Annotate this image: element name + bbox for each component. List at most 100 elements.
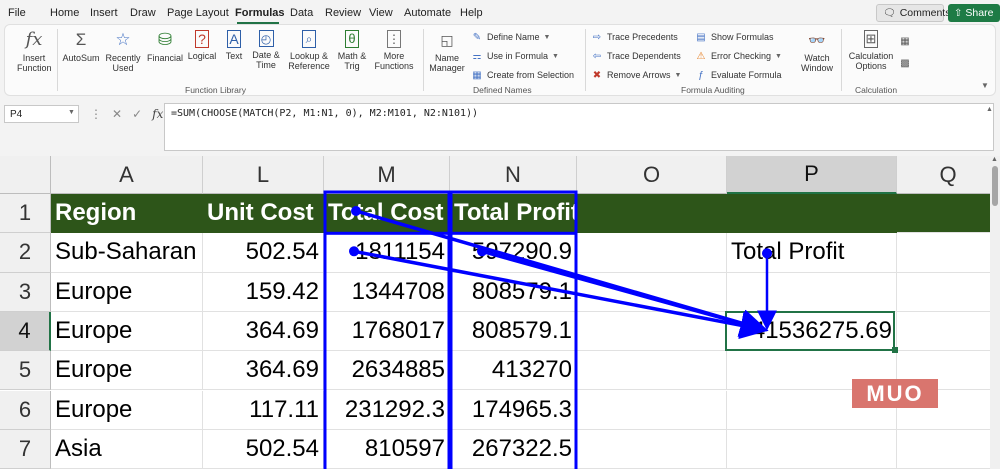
cell-n5[interactable]: 413270 <box>450 351 577 391</box>
cell-l7[interactable]: 502.54 <box>203 429 324 469</box>
row-header-4[interactable]: 4 <box>0 311 51 352</box>
cancel-icon[interactable]: ✕ <box>112 107 122 121</box>
cell-m7[interactable]: 810597 <box>324 429 450 469</box>
fill-handle[interactable] <box>892 347 898 354</box>
cell-p3[interactable] <box>727 272 897 312</box>
column-header-a[interactable]: A <box>51 156 203 194</box>
define-name-button[interactable]: ✎ Define Name ▼ <box>471 31 551 43</box>
cell-a7[interactable]: Asia <box>51 429 203 469</box>
cell-a5[interactable]: Europe <box>51 351 203 391</box>
enter-icon[interactable]: ✓ <box>132 107 142 121</box>
cell-l2[interactable]: 502.54 <box>203 233 324 273</box>
row-header-3[interactable]: 3 <box>0 272 51 312</box>
row-header-5[interactable]: 5 <box>0 351 51 391</box>
tab-page-layout[interactable]: Page Layout <box>167 7 229 19</box>
cell-o3[interactable] <box>577 272 727 312</box>
trace-dependents-button[interactable]: ⇦ Trace Dependents <box>591 50 681 62</box>
share-button[interactable]: ⇧ Share <box>948 4 1000 22</box>
column-header-m[interactable]: M <box>324 156 450 194</box>
fx-icon[interactable]: fx <box>152 107 163 121</box>
cell-n3[interactable]: 808579.1 <box>450 272 577 312</box>
text-button[interactable]: A Text <box>219 30 249 61</box>
name-manager-button[interactable]: ◱ Name Manager <box>429 30 465 73</box>
more-functions-button[interactable]: ⋮ More Functions <box>371 30 417 71</box>
cell-o2[interactable] <box>577 233 727 273</box>
cell-n2[interactable]: 597290.9 <box>450 233 577 273</box>
formula-input[interactable]: =SUM(CHOOSE(MATCH(P2, M1:N1, 0), M2:M101… <box>164 103 994 151</box>
insert-function-button[interactable]: fx Insert Function <box>17 30 52 74</box>
cell-n7[interactable]: 267322.5 <box>450 429 577 469</box>
use-in-formula-button[interactable]: ⚎ Use in Formula ▼ <box>471 50 559 62</box>
cell-q2[interactable] <box>897 233 1000 273</box>
cell-q1[interactable] <box>897 194 1000 234</box>
cell-p7[interactable] <box>727 429 897 469</box>
cell-l3[interactable]: 159.42 <box>203 272 324 312</box>
lookup-reference-button[interactable]: ⌕ Lookup & Reference <box>285 30 333 71</box>
cell-a6[interactable]: Europe <box>51 390 203 430</box>
tab-automate[interactable]: Automate <box>404 7 451 19</box>
date-time-button[interactable]: ◴ Date & Time <box>249 30 283 70</box>
cell-a1[interactable]: Region <box>51 194 203 234</box>
financial-button[interactable]: ⛁ Financial <box>145 30 185 63</box>
cell-m4[interactable]: 1768017 <box>324 311 450 352</box>
column-header-p[interactable]: P <box>727 156 897 194</box>
scroll-up-icon[interactable]: ▲ <box>991 156 998 163</box>
row-header-6[interactable]: 6 <box>0 390 51 430</box>
tab-data[interactable]: Data <box>290 7 313 19</box>
collapse-ribbon-button[interactable]: ▼ <box>981 81 989 90</box>
vertical-scrollbar[interactable]: ▲ <box>990 156 1000 469</box>
column-header-o[interactable]: O <box>577 156 727 194</box>
cell-m6[interactable]: 231292.3 <box>324 390 450 430</box>
calculate-now-button[interactable]: ▦ <box>899 35 915 47</box>
logical-button[interactable]: ? Logical <box>185 30 219 61</box>
column-header-n[interactable]: N <box>450 156 577 194</box>
cell-l1[interactable]: Unit Cost <box>203 194 324 234</box>
cell-a4[interactable]: Europe <box>51 311 203 352</box>
tab-home[interactable]: Home <box>50 7 79 19</box>
cell-q4[interactable] <box>897 311 1000 352</box>
cell-n6[interactable]: 174965.3 <box>450 390 577 430</box>
row-header-2[interactable]: 2 <box>0 233 51 273</box>
recently-used-button[interactable]: ☆ Recently Used <box>103 30 143 73</box>
calculate-sheet-button[interactable]: ▩ <box>899 57 915 69</box>
cell-p2[interactable]: Total Profit <box>727 233 897 273</box>
tab-formulas[interactable]: Formulas <box>235 7 285 19</box>
tab-help[interactable]: Help <box>460 7 483 19</box>
cell-a2[interactable]: Sub-Saharan <box>51 233 203 273</box>
show-formulas-button[interactable]: ▤ Show Formulas <box>695 31 773 43</box>
create-from-selection-button[interactable]: ▦ Create from Selection <box>471 69 574 81</box>
cell-l6[interactable]: 117.11 <box>203 390 324 430</box>
select-all-corner[interactable] <box>0 156 51 194</box>
cell-m1[interactable]: Total Cost <box>324 194 450 234</box>
cell-q7[interactable] <box>897 429 1000 469</box>
expand-formula-bar-icon[interactable]: ▲ <box>986 106 993 113</box>
worksheet-grid[interactable]: A L M N O P Q 1 2 3 4 5 6 7 Region Unit Cost Total Cost T… <box>0 156 1000 469</box>
cell-o6[interactable] <box>577 390 727 430</box>
remove-arrows-button[interactable]: ✖ Remove Arrows ▼ <box>591 69 682 81</box>
cell-n1[interactable]: Total Profit <box>450 194 579 234</box>
column-header-q[interactable]: Q <box>897 156 1000 194</box>
row-header-1[interactable]: 1 <box>0 194 51 234</box>
cell-m3[interactable]: 1344708 <box>324 272 450 312</box>
evaluate-formula-button[interactable]: ƒ Evaluate Formula <box>695 69 781 81</box>
cell-m2[interactable]: 1811154 <box>324 233 450 273</box>
trace-precedents-button[interactable]: ⇨ Trace Precedents <box>591 31 678 43</box>
cell-a3[interactable]: Europe <box>51 272 203 312</box>
math-trig-button[interactable]: θ Math & Trig <box>335 30 369 71</box>
row-header-7[interactable]: 7 <box>0 429 51 469</box>
error-checking-button[interactable]: ⚠ Error Checking ▼ <box>695 50 782 62</box>
cell-q3[interactable] <box>897 272 1000 312</box>
cell-m5[interactable]: 2634885 <box>324 351 450 391</box>
cell-o4[interactable] <box>577 311 727 352</box>
cell-o5[interactable] <box>577 351 727 391</box>
tab-file[interactable]: File <box>8 7 26 19</box>
column-header-l[interactable]: L <box>203 156 324 194</box>
tab-insert[interactable]: Insert <box>90 7 118 19</box>
cell-n4[interactable]: 808579.1 <box>450 311 577 352</box>
cell-o7[interactable] <box>577 429 727 469</box>
comments-button[interactable]: 🗨 Comments <box>876 4 950 22</box>
tab-view[interactable]: View <box>369 7 393 19</box>
cell-p1[interactable] <box>727 194 897 234</box>
autosum-button[interactable]: Σ AutoSum <box>61 30 101 63</box>
name-box-dropdown-icon[interactable]: ▼ <box>68 109 75 116</box>
